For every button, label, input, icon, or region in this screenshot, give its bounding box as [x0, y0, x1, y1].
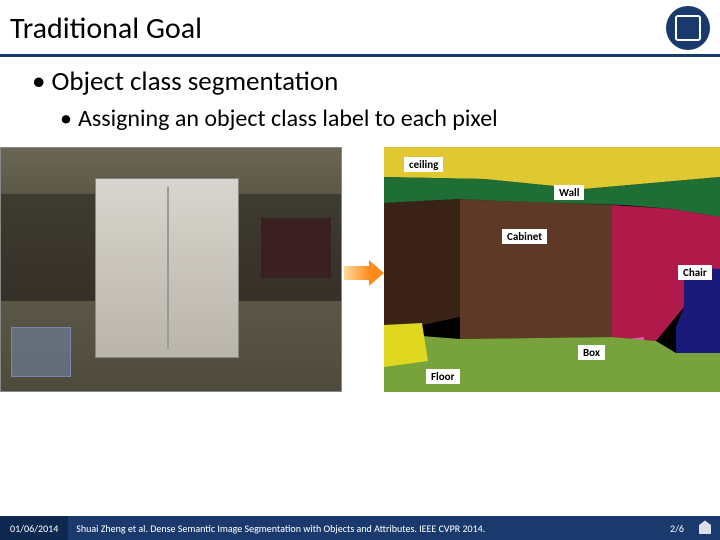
label-ceiling: ceiling	[404, 157, 443, 172]
footer-date: 01/06/2014	[0, 516, 68, 540]
bullet-dot-icon: •	[32, 65, 45, 98]
input-photo	[0, 147, 342, 392]
footer-page-number: 2/6	[660, 522, 694, 535]
bullet-level-2: •Assigning an object class label to each…	[60, 104, 700, 133]
bullet-level-1: •Object class segmentation	[32, 65, 700, 98]
footer-bar: 01/06/2014 Shuai Zheng et al. Dense Sema…	[0, 516, 720, 540]
footer-citation: Shuai Zheng et al. Dense Semantic Image …	[68, 522, 660, 535]
arrow-icon	[344, 260, 384, 286]
slide-title: Traditional Goal	[10, 10, 202, 47]
photo-cabinet-region	[95, 178, 239, 358]
segmentation-svg	[384, 147, 720, 392]
bullet-2-text: Assigning an object class label to each …	[78, 104, 498, 133]
bullet-dot-icon: •	[60, 104, 72, 133]
label-chair: Chair	[678, 265, 712, 280]
content-area: •Object class segmentation •Assigning an…	[0, 57, 720, 133]
segmentation-output: ceiling Wall Cabinet Chair Box Floor	[384, 147, 720, 392]
bullet-1-text: Object class segmentation	[51, 65, 338, 98]
title-bar: Traditional Goal	[0, 0, 720, 57]
photo-region	[261, 218, 331, 278]
photo-box-region	[11, 327, 71, 377]
label-cabinet: Cabinet	[502, 229, 547, 244]
label-box: Box	[578, 345, 605, 360]
university-crest-icon	[666, 6, 710, 50]
footer-logo-icon	[694, 518, 716, 538]
label-floor: Floor	[426, 369, 460, 384]
label-wall: Wall	[554, 185, 584, 200]
figure-area: ceiling Wall Cabinet Chair Box Floor	[0, 147, 720, 395]
